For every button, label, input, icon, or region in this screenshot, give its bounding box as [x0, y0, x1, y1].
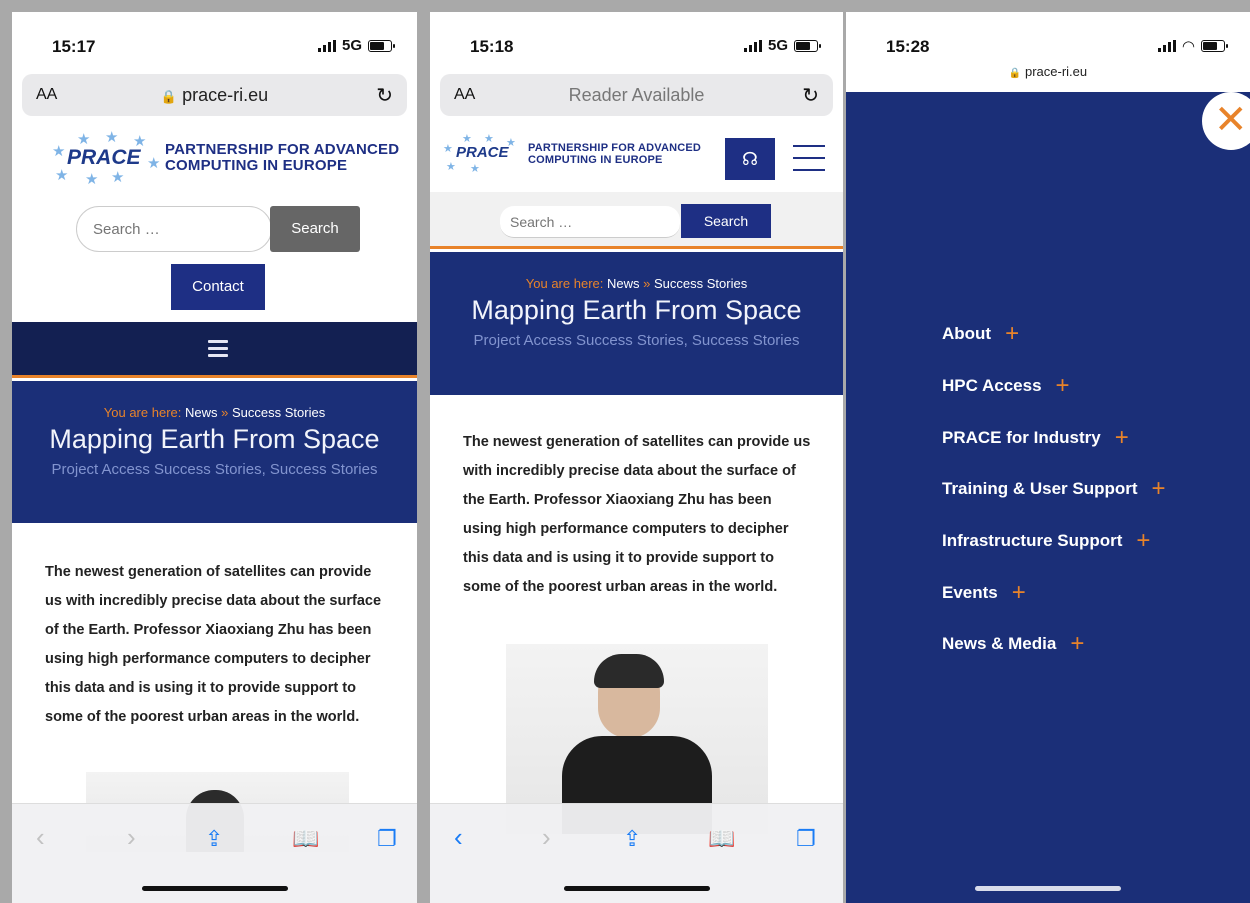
menu-item-training[interactable]: Training & User Support + — [942, 475, 1166, 503]
phone-screen-2: 15:18 5G AA Reader Available ↻ ★ ★ ★ ★ ★… — [430, 12, 843, 903]
breadcrumb-news[interactable]: News — [607, 276, 640, 291]
address-bar[interactable]: AA Reader Available ↻ — [440, 74, 833, 116]
battery-icon — [794, 39, 821, 52]
lock-icon: 🔒 — [160, 89, 178, 104]
status-bar: 15:18 5G — [430, 12, 843, 72]
tabs-icon[interactable]: ❐ — [796, 826, 816, 852]
breadcrumb-current: Success Stories — [654, 276, 748, 291]
address-bar[interactable]: AA 🔒 prace-ri.eu ↻ — [22, 74, 407, 116]
search-input[interactable] — [500, 206, 680, 238]
menu-item-events[interactable]: Events + — [942, 579, 1026, 607]
contact-button[interactable]: Contact — [171, 264, 265, 310]
page-title: Mapping Earth From Space — [49, 424, 380, 454]
share-icon[interactable]: ⇪ — [205, 826, 223, 852]
logo-name: PARTNERSHIP FOR ADVANCED COMPUTING IN EU… — [528, 142, 702, 166]
page-categories[interactable]: Project Access Success Stories, Success … — [430, 332, 843, 349]
browser-toolbar: ‹ › ⇪ 📖 ❐ — [12, 803, 417, 903]
share-icon[interactable]: ⇪ — [623, 826, 641, 852]
phone-screen-1: 15:17 5G AA 🔒 prace-ri.eu ↻ ★ ★ ★ ★ ★ ★ … — [12, 12, 417, 903]
breadcrumb-current: Success Stories — [232, 405, 326, 420]
menu-item-hpc-access[interactable]: HPC Access + — [942, 372, 1070, 400]
logo-text: PRACE — [67, 146, 141, 169]
breadcrumb: You are here: News » Success Stories — [103, 405, 326, 420]
status-bar: 15:28 ◠ 🔒 prace-ri.eu — [846, 12, 1250, 92]
plus-icon[interactable]: + — [1005, 320, 1019, 348]
mobile-nav-bar — [12, 322, 417, 378]
network-label: 5G — [341, 37, 362, 54]
plus-icon[interactable]: + — [1056, 372, 1070, 400]
article-lead: The newest generation of satellites can … — [45, 564, 382, 725]
chevron-right-icon[interactable]: › — [127, 822, 136, 853]
menu-item-prace-for-industry[interactable]: PRACE for Industry + — [942, 424, 1129, 452]
breadcrumb-news[interactable]: News — [185, 405, 218, 420]
tabs-icon[interactable]: ❐ — [377, 826, 397, 852]
headset-icon: ☊ — [742, 149, 758, 169]
signal-icon — [743, 39, 762, 52]
site-logo[interactable]: ★ ★ ★ ★ ★ ★ ★ ★ PRACE PARTNERSHIP FOR AD… — [47, 128, 399, 188]
plus-icon[interactable]: + — [1012, 579, 1026, 607]
status-time: 15:28 — [886, 37, 930, 56]
chevron-right-icon[interactable]: › — [542, 822, 551, 853]
plus-icon[interactable]: + — [1070, 630, 1084, 658]
contact-headset-button[interactable]: ☊ — [725, 138, 775, 180]
home-indicator — [563, 886, 710, 891]
signal-icon — [1157, 40, 1176, 52]
url-text: Reader Available — [568, 85, 705, 105]
home-indicator — [141, 886, 288, 891]
wifi-icon: ◠ — [1181, 38, 1195, 55]
book-icon[interactable]: 📖 — [292, 826, 319, 852]
search-button[interactable]: Search — [270, 206, 360, 252]
hamburger-icon[interactable] — [208, 340, 228, 357]
chevron-left-icon[interactable]: ‹ — [454, 822, 463, 853]
page-hero: You are here: News » Success Stories Map… — [430, 252, 843, 395]
lock-icon: 🔒 — [1008, 68, 1022, 79]
page-title: Mapping Earth From Space — [471, 295, 802, 325]
search-button[interactable]: Search — [681, 204, 771, 238]
status-time: 15:17 — [52, 37, 96, 56]
site-logo[interactable]: ★ ★ ★ ★ ★ ★ PRACE PARTNERSHIP FOR ADVANC… — [440, 132, 701, 176]
search-input[interactable] — [76, 206, 272, 252]
hamburger-icon[interactable] — [793, 145, 825, 171]
menu-item-infrastructure[interactable]: Infrastructure Support + — [942, 527, 1150, 555]
page-categories[interactable]: Project Access Success Stories, Success … — [12, 461, 417, 478]
menu-item-news-media[interactable]: News & Media + — [942, 630, 1084, 658]
page-hero: You are here: News » Success Stories Map… — [12, 381, 417, 523]
article-lead: The newest generation of satellites can … — [463, 434, 811, 595]
reload-icon[interactable]: ↻ — [802, 83, 819, 108]
plus-icon[interactable]: + — [1136, 527, 1150, 555]
reload-icon[interactable]: ↻ — [376, 83, 393, 108]
home-indicator — [975, 886, 1121, 891]
close-icon: ✕ — [1214, 98, 1248, 142]
phone-screen-3: 15:28 ◠ 🔒 prace-ri.eu ✕ About + HPC Acces… — [846, 12, 1250, 903]
url-text: prace-ri.eu — [1024, 64, 1088, 79]
network-label: 5G — [767, 37, 788, 54]
book-icon[interactable]: 📖 — [708, 826, 735, 852]
menu-item-about[interactable]: About + — [942, 320, 1019, 348]
signal-icon — [317, 39, 336, 52]
breadcrumb: You are here: News » Success Stories — [525, 276, 748, 291]
chevron-left-icon[interactable]: ‹ — [36, 822, 45, 853]
battery-icon — [1201, 40, 1228, 52]
logo-text: PRACE — [456, 144, 509, 161]
battery-icon — [368, 39, 395, 52]
close-menu-button[interactable]: ✕ — [1202, 92, 1250, 150]
plus-icon[interactable]: + — [1152, 475, 1166, 503]
search-row: Search — [430, 192, 843, 249]
status-time: 15:18 — [470, 37, 514, 56]
plus-icon[interactable]: + — [1115, 424, 1129, 452]
logo-name: PARTNERSHIP FOR ADVANCED COMPUTING IN EU… — [165, 141, 400, 174]
url-text: prace-ri.eu — [182, 85, 269, 105]
browser-toolbar: ‹ › ⇪ 📖 ❐ — [430, 803, 843, 903]
status-bar: 15:17 5G — [12, 12, 417, 72]
